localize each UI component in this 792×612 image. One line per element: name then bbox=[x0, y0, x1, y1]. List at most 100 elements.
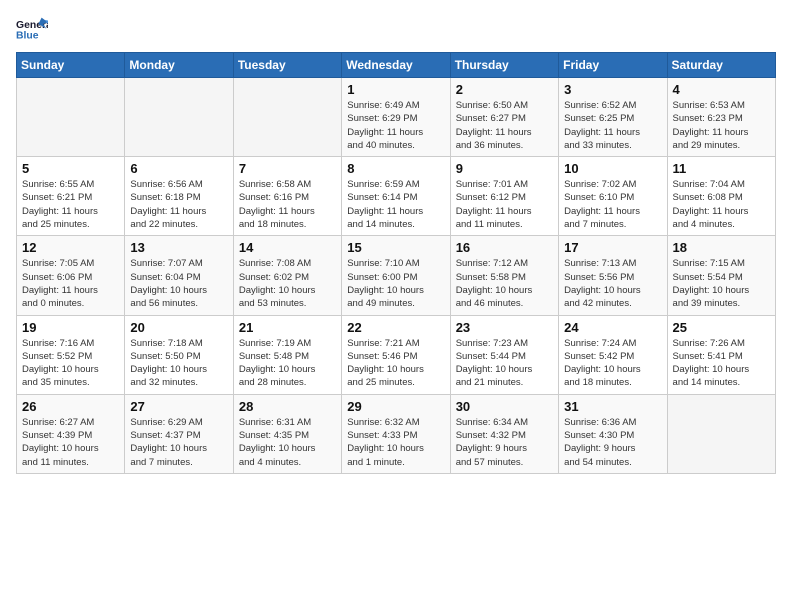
calendar-cell: 3 Sunrise: 6:52 AM Sunset: 6:25 PM Daylig… bbox=[559, 78, 667, 157]
day-info: Sunrise: 6:52 AM Sunset: 6:25 PM Dayligh… bbox=[564, 99, 661, 152]
calendar-cell: 14 Sunrise: 7:08 AM Sunset: 6:02 PM Dayli… bbox=[233, 236, 341, 315]
day-number: 31 bbox=[564, 399, 661, 414]
calendar-cell: 19 Sunrise: 7:16 AM Sunset: 5:52 PM Dayli… bbox=[17, 315, 125, 394]
day-info: Sunrise: 7:16 AM Sunset: 5:52 PM Dayligh… bbox=[22, 337, 119, 390]
day-info: Sunrise: 6:31 AM Sunset: 4:35 PM Dayligh… bbox=[239, 416, 336, 469]
calendar-week-1: 1 Sunrise: 6:49 AM Sunset: 6:29 PM Daylig… bbox=[17, 78, 776, 157]
calendar-cell: 28 Sunrise: 6:31 AM Sunset: 4:35 PM Dayli… bbox=[233, 394, 341, 473]
day-info: Sunrise: 6:32 AM Sunset: 4:33 PM Dayligh… bbox=[347, 416, 444, 469]
calendar-cell: 2Sunrise: 6:50 AM Sunset: 6:27 PM Daylig… bbox=[450, 78, 558, 157]
calendar-cell: 26 Sunrise: 6:27 AM Sunset: 4:39 PM Dayli… bbox=[17, 394, 125, 473]
day-info: Sunrise: 7:01 AM Sunset: 6:12 PM Dayligh… bbox=[456, 178, 553, 231]
day-info: Sunrise: 7:12 AM Sunset: 5:58 PM Dayligh… bbox=[456, 257, 553, 310]
calendar-cell: 29 Sunrise: 6:32 AM Sunset: 4:33 PM Dayli… bbox=[342, 394, 450, 473]
day-number: 29 bbox=[347, 399, 444, 414]
day-info: Sunrise: 7:08 AM Sunset: 6:02 PM Dayligh… bbox=[239, 257, 336, 310]
day-header-wednesday: Wednesday bbox=[342, 53, 450, 78]
day-header-tuesday: Tuesday bbox=[233, 53, 341, 78]
day-number: 13 bbox=[130, 240, 227, 255]
calendar-cell bbox=[233, 78, 341, 157]
logo-icon: General Blue bbox=[16, 16, 48, 44]
day-number: 3 bbox=[564, 82, 661, 97]
day-number: 2 bbox=[456, 82, 553, 97]
calendar-cell: 5Sunrise: 6:55 AM Sunset: 6:21 PM Daylig… bbox=[17, 157, 125, 236]
day-number: 25 bbox=[673, 320, 770, 335]
calendar-cell: 9Sunrise: 7:01 AM Sunset: 6:12 PM Daylig… bbox=[450, 157, 558, 236]
day-info: Sunrise: 7:10 AM Sunset: 6:00 PM Dayligh… bbox=[347, 257, 444, 310]
calendar-cell: 15 Sunrise: 7:10 AM Sunset: 6:00 PM Dayli… bbox=[342, 236, 450, 315]
calendar-cell: 30 Sunrise: 6:34 AM Sunset: 4:32 PM Dayli… bbox=[450, 394, 558, 473]
day-number: 16 bbox=[456, 240, 553, 255]
calendar-cell: 6 Sunrise: 6:56 AM Sunset: 6:18 PM Daylig… bbox=[125, 157, 233, 236]
day-info: Sunrise: 6:29 AM Sunset: 4:37 PM Dayligh… bbox=[130, 416, 227, 469]
calendar-cell bbox=[125, 78, 233, 157]
calendar-table: SundayMondayTuesdayWednesdayThursdayFrid… bbox=[16, 52, 776, 474]
day-number: 28 bbox=[239, 399, 336, 414]
calendar-cell: 7 Sunrise: 6:58 AM Sunset: 6:16 PM Daylig… bbox=[233, 157, 341, 236]
day-number: 21 bbox=[239, 320, 336, 335]
calendar-cell: 31 Sunrise: 6:36 AM Sunset: 4:30 PM Dayli… bbox=[559, 394, 667, 473]
day-number: 30 bbox=[456, 399, 553, 414]
calendar-cell: 25Sunrise: 7:26 AM Sunset: 5:41 PM Dayli… bbox=[667, 315, 775, 394]
day-info: Sunrise: 6:34 AM Sunset: 4:32 PM Dayligh… bbox=[456, 416, 553, 469]
calendar-cell: 23 Sunrise: 7:23 AM Sunset: 5:44 PM Dayli… bbox=[450, 315, 558, 394]
calendar-week-2: 5Sunrise: 6:55 AM Sunset: 6:21 PM Daylig… bbox=[17, 157, 776, 236]
calendar-cell: 16 Sunrise: 7:12 AM Sunset: 5:58 PM Dayli… bbox=[450, 236, 558, 315]
day-info: Sunrise: 7:23 AM Sunset: 5:44 PM Dayligh… bbox=[456, 337, 553, 390]
svg-text:Blue: Blue bbox=[16, 30, 39, 41]
day-info: Sunrise: 6:56 AM Sunset: 6:18 PM Dayligh… bbox=[130, 178, 227, 231]
calendar-cell: 13Sunrise: 7:07 AM Sunset: 6:04 PM Dayli… bbox=[125, 236, 233, 315]
page-header: General Blue bbox=[16, 16, 776, 44]
day-number: 10 bbox=[564, 161, 661, 176]
calendar-cell: 8 Sunrise: 6:59 AM Sunset: 6:14 PM Daylig… bbox=[342, 157, 450, 236]
day-header-saturday: Saturday bbox=[667, 53, 775, 78]
day-info: Sunrise: 7:18 AM Sunset: 5:50 PM Dayligh… bbox=[130, 337, 227, 390]
calendar-cell: 12Sunrise: 7:05 AM Sunset: 6:06 PM Dayli… bbox=[17, 236, 125, 315]
day-info: Sunrise: 7:15 AM Sunset: 5:54 PM Dayligh… bbox=[673, 257, 770, 310]
day-info: Sunrise: 6:59 AM Sunset: 6:14 PM Dayligh… bbox=[347, 178, 444, 231]
day-number: 14 bbox=[239, 240, 336, 255]
day-info: Sunrise: 6:53 AM Sunset: 6:23 PM Dayligh… bbox=[673, 99, 770, 152]
calendar-cell bbox=[667, 394, 775, 473]
day-number: 20 bbox=[130, 320, 227, 335]
day-number: 22 bbox=[347, 320, 444, 335]
day-number: 17 bbox=[564, 240, 661, 255]
day-info: Sunrise: 6:58 AM Sunset: 6:16 PM Dayligh… bbox=[239, 178, 336, 231]
calendar-cell: 22 Sunrise: 7:21 AM Sunset: 5:46 PM Dayli… bbox=[342, 315, 450, 394]
day-info: Sunrise: 7:21 AM Sunset: 5:46 PM Dayligh… bbox=[347, 337, 444, 390]
day-info: Sunrise: 6:36 AM Sunset: 4:30 PM Dayligh… bbox=[564, 416, 661, 469]
day-number: 6 bbox=[130, 161, 227, 176]
day-number: 5 bbox=[22, 161, 119, 176]
day-number: 8 bbox=[347, 161, 444, 176]
calendar-cell: 1 Sunrise: 6:49 AM Sunset: 6:29 PM Daylig… bbox=[342, 78, 450, 157]
day-header-row: SundayMondayTuesdayWednesdayThursdayFrid… bbox=[17, 53, 776, 78]
day-info: Sunrise: 7:02 AM Sunset: 6:10 PM Dayligh… bbox=[564, 178, 661, 231]
calendar-cell: 21Sunrise: 7:19 AM Sunset: 5:48 PM Dayli… bbox=[233, 315, 341, 394]
calendar-week-3: 12Sunrise: 7:05 AM Sunset: 6:06 PM Dayli… bbox=[17, 236, 776, 315]
day-number: 19 bbox=[22, 320, 119, 335]
day-number: 27 bbox=[130, 399, 227, 414]
logo: General Blue bbox=[16, 16, 48, 44]
calendar-cell: 18 Sunrise: 7:15 AM Sunset: 5:54 PM Dayli… bbox=[667, 236, 775, 315]
day-number: 4 bbox=[673, 82, 770, 97]
day-number: 11 bbox=[673, 161, 770, 176]
calendar-cell bbox=[17, 78, 125, 157]
day-info: Sunrise: 6:27 AM Sunset: 4:39 PM Dayligh… bbox=[22, 416, 119, 469]
calendar-week-4: 19 Sunrise: 7:16 AM Sunset: 5:52 PM Dayli… bbox=[17, 315, 776, 394]
day-number: 7 bbox=[239, 161, 336, 176]
day-number: 18 bbox=[673, 240, 770, 255]
day-info: Sunrise: 7:24 AM Sunset: 5:42 PM Dayligh… bbox=[564, 337, 661, 390]
day-number: 15 bbox=[347, 240, 444, 255]
day-header-friday: Friday bbox=[559, 53, 667, 78]
calendar-week-5: 26 Sunrise: 6:27 AM Sunset: 4:39 PM Dayli… bbox=[17, 394, 776, 473]
day-header-monday: Monday bbox=[125, 53, 233, 78]
day-number: 1 bbox=[347, 82, 444, 97]
calendar-cell: 10 Sunrise: 7:02 AM Sunset: 6:10 PM Dayli… bbox=[559, 157, 667, 236]
day-number: 12 bbox=[22, 240, 119, 255]
day-info: Sunrise: 6:49 AM Sunset: 6:29 PM Dayligh… bbox=[347, 99, 444, 152]
calendar-cell: 11 Sunrise: 7:04 AM Sunset: 6:08 PM Dayli… bbox=[667, 157, 775, 236]
day-header-thursday: Thursday bbox=[450, 53, 558, 78]
day-number: 23 bbox=[456, 320, 553, 335]
day-number: 26 bbox=[22, 399, 119, 414]
day-info: Sunrise: 7:04 AM Sunset: 6:08 PM Dayligh… bbox=[673, 178, 770, 231]
